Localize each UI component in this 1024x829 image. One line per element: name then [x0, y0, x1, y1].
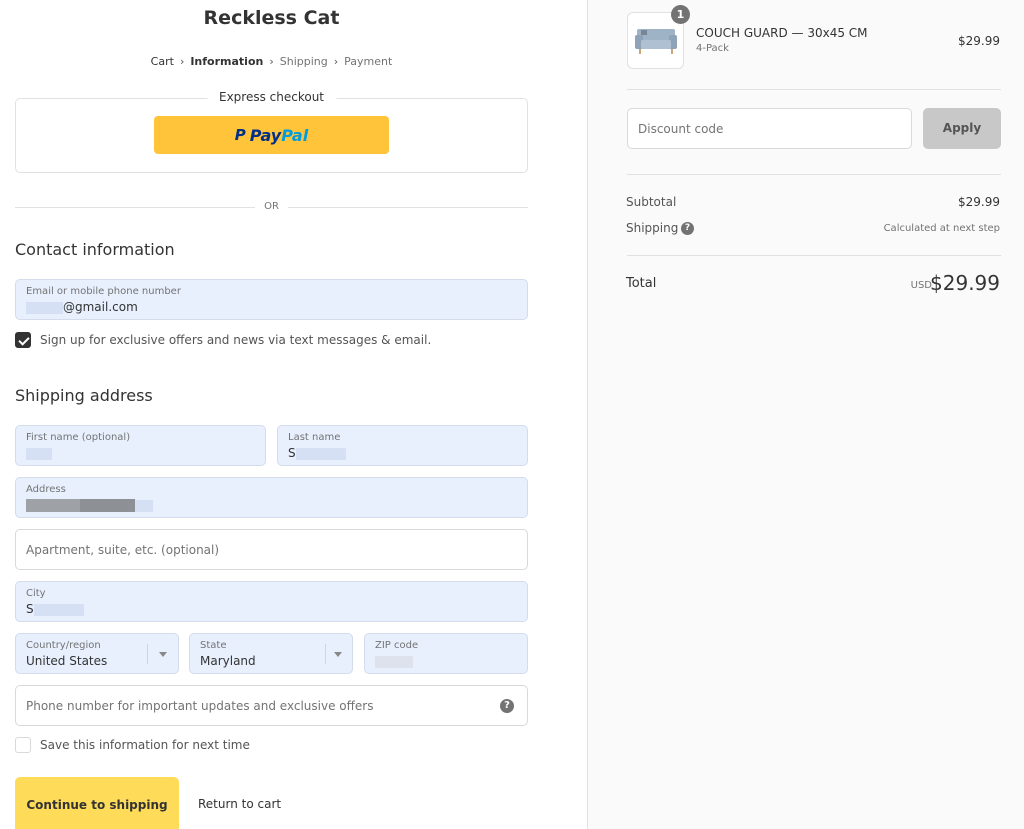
divider-line — [288, 207, 528, 208]
return-to-cart-link[interactable]: Return to cart — [198, 797, 281, 811]
zip-label: ZIP code — [375, 640, 419, 651]
discount-code-input[interactable]: Discount code — [627, 108, 912, 149]
shipping-title: Shipping address — [15, 386, 153, 405]
breadcrumb-payment: Payment — [344, 55, 393, 68]
redacted-text — [26, 447, 52, 460]
summary-divider — [627, 255, 1001, 256]
last-name-label: Last name — [288, 432, 341, 443]
couch-image — [635, 29, 677, 54]
shipping-value: Calculated at next step — [883, 223, 1000, 234]
breadcrumb-shipping: Shipping — [279, 55, 328, 68]
express-checkout-label: Express checkout — [206, 90, 337, 104]
first-name-field[interactable]: First name (optional) — [15, 425, 266, 466]
breadcrumb-information: Information — [190, 55, 264, 68]
email-domain: @gmail.com — [63, 300, 138, 314]
continue-to-shipping-button[interactable]: Continue to shipping — [15, 777, 179, 829]
express-checkout: Express checkout P Pay Pal — [15, 90, 528, 173]
apartment-field[interactable]: Apartment, suite, etc. (optional) — [15, 529, 528, 570]
breadcrumb: Cart › Information › Shipping › Payment — [0, 55, 543, 68]
state-label: State — [200, 640, 227, 651]
state-value: Maryland — [200, 654, 256, 668]
first-name-label: First name (optional) — [26, 432, 131, 443]
subtotal-value: $29.99 — [958, 195, 1000, 209]
chevron-right-icon: › — [333, 55, 339, 68]
country-label: Country/region — [26, 640, 101, 651]
phone-field[interactable]: Phone number for important updates and e… — [15, 685, 528, 726]
total-label: Total — [626, 276, 657, 291]
email-field[interactable]: Email or mobile phone number @gmail.com — [15, 279, 528, 320]
contact-title: Contact information — [15, 240, 175, 259]
question-circle-icon[interactable]: ? — [681, 222, 694, 235]
paypal-logo-pal: Pal — [281, 125, 309, 145]
subtotal-label: Subtotal — [626, 195, 677, 209]
total-value: $29.99 — [930, 271, 1000, 295]
country-value: United States — [26, 654, 108, 668]
last-name-field[interactable]: Last name S — [277, 425, 528, 466]
country-select[interactable]: Country/region United States — [15, 633, 179, 674]
paypal-icon: P — [234, 126, 246, 144]
question-circle-icon[interactable]: ? — [500, 699, 514, 713]
email-value: @gmail.com — [26, 300, 138, 314]
address-field[interactable]: Address — [15, 477, 528, 518]
select-separator — [325, 644, 326, 664]
apply-discount-button[interactable]: Apply — [923, 108, 1001, 149]
zip-value — [375, 654, 413, 668]
chevron-down-icon — [334, 652, 342, 657]
marketing-label: Sign up for exclusive offers and news vi… — [40, 333, 432, 347]
product-thumbnail: 1 — [627, 5, 690, 69]
last-name-value: S — [288, 446, 346, 460]
discount-placeholder: Discount code — [638, 122, 724, 136]
city-label: City — [26, 588, 46, 599]
redacted-text — [33, 603, 84, 616]
zip-field[interactable]: ZIP code — [364, 633, 528, 674]
total-currency: USD — [910, 280, 932, 291]
chevron-right-icon: › — [269, 55, 274, 68]
chevron-right-icon: › — [179, 55, 185, 68]
paypal-button[interactable]: P Pay Pal — [154, 116, 389, 154]
redacted-text — [26, 499, 80, 512]
product-price: $29.99 — [958, 34, 1000, 48]
product-name: COUCH GUARD — 30x45 CM — [696, 26, 868, 40]
paypal-logo-pay: Pay — [249, 125, 282, 145]
save-info-checkbox[interactable] — [15, 737, 31, 753]
product-variant: 4-Pack — [696, 43, 729, 54]
breadcrumb-cart[interactable]: Cart — [151, 55, 174, 68]
city-value: S — [26, 602, 84, 616]
apartment-placeholder: Apartment, suite, etc. (optional) — [26, 543, 220, 557]
quantity-badge: 1 — [671, 5, 690, 24]
address-value — [26, 498, 153, 512]
summary-divider — [627, 89, 1001, 90]
state-select[interactable]: State Maryland — [189, 633, 353, 674]
city-field[interactable]: City S — [15, 581, 528, 622]
redacted-text — [80, 499, 135, 512]
shipping-label: Shipping — [626, 221, 679, 235]
phone-placeholder: Phone number for important updates and e… — [26, 699, 374, 713]
email-label: Email or mobile phone number — [26, 286, 181, 297]
city-initial: S — [26, 602, 34, 616]
first-name-value — [26, 446, 52, 460]
checkout-main: Reckless Cat Cart › Information › Shipping › P… — [0, 0, 587, 829]
shop-title[interactable]: Reckless Cat — [0, 7, 543, 29]
save-info-label: Save this information for next time — [40, 738, 250, 752]
redacted-text — [26, 301, 63, 314]
or-divider: OR — [15, 200, 528, 216]
paypal-logo: P Pay Pal — [235, 126, 308, 145]
redacted-text — [375, 655, 413, 668]
chevron-down-icon — [159, 652, 167, 657]
marketing-checkbox[interactable] — [15, 332, 31, 348]
summary-divider — [627, 174, 1001, 175]
last-name-initial: S — [288, 446, 296, 460]
redacted-text — [295, 447, 346, 460]
address-label: Address — [26, 484, 66, 495]
select-separator — [147, 644, 148, 664]
redacted-text — [135, 499, 153, 512]
